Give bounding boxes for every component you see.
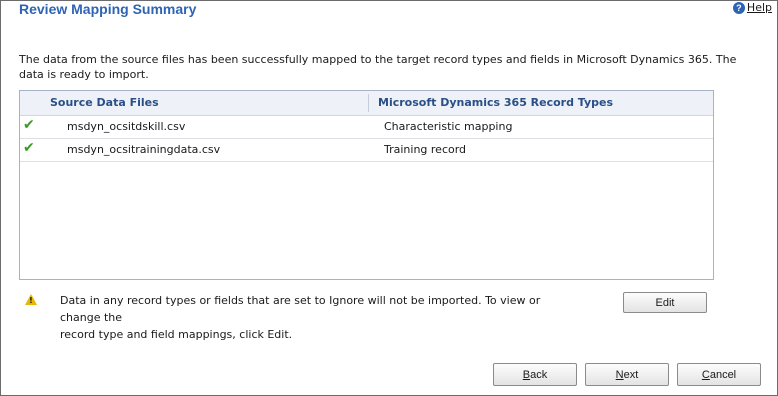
help-link[interactable]: ? Help	[732, 1, 772, 14]
help-label: Help	[746, 1, 772, 14]
table-row[interactable]: ✔ msdyn_ocsitrainingdata.csv Training re…	[20, 139, 713, 162]
next-accesskey: N	[615, 368, 624, 381]
next-button-label: ext	[623, 368, 639, 381]
warning-icon-mark: !	[29, 296, 33, 305]
edit-button-label: Edit	[655, 296, 675, 309]
source-file-cell: msdyn_ocsitrainingdata.csv	[67, 143, 221, 156]
page-title: Review Mapping Summary	[19, 1, 197, 17]
column-separator	[368, 94, 369, 112]
cancel-button-label: ancel	[709, 368, 737, 381]
back-accesskey: B	[522, 368, 531, 381]
grid-header: Source Data Files Microsoft Dynamics 365…	[20, 91, 713, 116]
mapping-grid: Source Data Files Microsoft Dynamics 365…	[19, 90, 714, 280]
warning-text-line1: Data in any record types or fields that …	[60, 294, 541, 324]
checkmark-icon: ✔	[23, 117, 35, 133]
source-file-cell: msdyn_ocsitdskill.csv	[67, 120, 186, 133]
warning-text: Data in any record types or fields that …	[60, 292, 560, 343]
description-text: The data from the source files has been …	[19, 53, 737, 81]
warning-text-line2: record type and field mappings, click Ed…	[60, 328, 293, 341]
checkmark-icon: ✔	[23, 140, 35, 156]
next-button[interactable]: Next	[585, 363, 669, 386]
column-header-record-types[interactable]: Microsoft Dynamics 365 Record Types	[378, 91, 613, 115]
record-type-cell: Characteristic mapping	[384, 120, 513, 133]
back-button[interactable]: Back	[493, 363, 577, 386]
cancel-accesskey: C	[701, 368, 710, 381]
question-circle-icon: ?	[732, 1, 745, 14]
back-button-label: ack	[530, 368, 548, 381]
edit-button[interactable]: Edit	[623, 292, 707, 313]
table-row[interactable]: ✔ msdyn_ocsitdskill.csv Characteristic m…	[20, 116, 713, 139]
cancel-button[interactable]: Cancel	[677, 363, 761, 386]
record-type-cell: Training record	[384, 143, 467, 156]
column-header-source[interactable]: Source Data Files	[50, 91, 159, 115]
